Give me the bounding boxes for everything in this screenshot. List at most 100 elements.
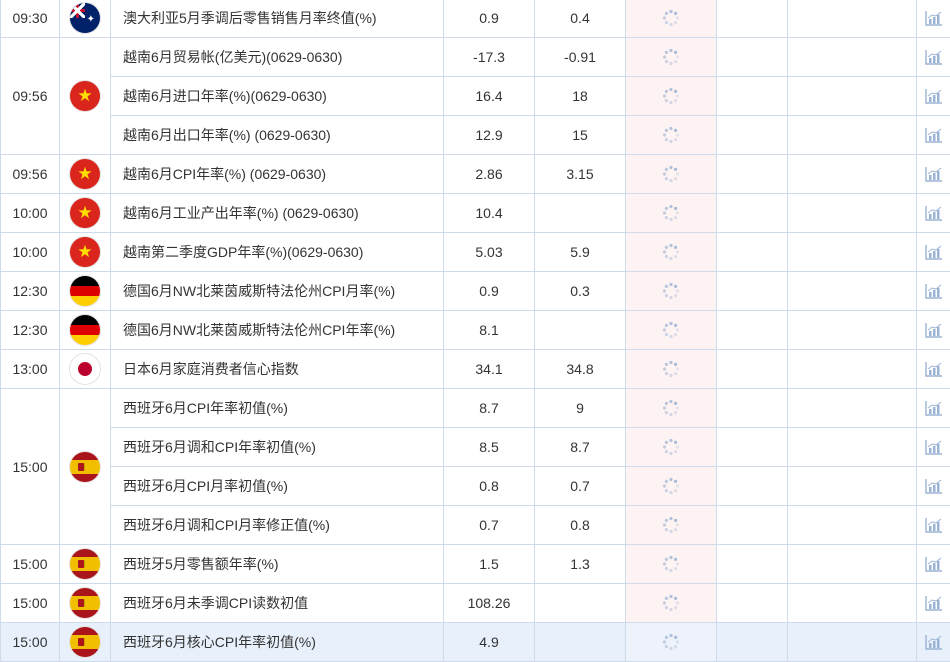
japan-flag-icon (70, 354, 100, 384)
bar-chart-icon[interactable] (924, 48, 944, 66)
actual-value-cell (625, 37, 717, 77)
chart-cell[interactable] (916, 115, 950, 155)
bar-chart-icon[interactable] (924, 594, 944, 612)
release-time: 15:00 (0, 388, 60, 545)
bar-chart-icon[interactable] (924, 9, 944, 27)
table-row[interactable]: 12:30 德国6月NW北莱茵威斯特法伦州CPI月率(%) 0.9 0.3 (0, 271, 950, 311)
actual-value-cell (625, 388, 717, 428)
release-time: 12:30 (0, 310, 60, 350)
importance-cell (716, 427, 788, 467)
loading-spinner-icon (662, 556, 680, 573)
bar-chart-icon[interactable] (924, 438, 944, 456)
bar-chart-icon[interactable] (924, 555, 944, 573)
table-row[interactable]: 10:00 越南6月工业产出年率(%) (0629-0630) 10.4 (0, 193, 950, 233)
event-name[interactable]: 越南第二季度GDP年率(%)(0629-0630) (110, 232, 444, 272)
event-name[interactable]: 澳大利亚5月季调后零售销售月率终值(%) (110, 0, 444, 38)
chart-cell[interactable] (916, 193, 950, 233)
event-name[interactable]: 越南6月进口年率(%)(0629-0630) (110, 76, 444, 116)
bar-chart-icon[interactable] (924, 477, 944, 495)
table-row[interactable]: 09:56 越南6月贸易帐(亿美元)(0629-0630) -17.3 -0.9… (0, 37, 950, 155)
table-row[interactable]: 西班牙6月调和CPI年率初值(%) 8.5 8.7 (1, 427, 950, 467)
bar-chart-icon[interactable] (924, 243, 944, 261)
event-name[interactable]: 西班牙6月CPI月率初值(%) (110, 466, 444, 506)
chart-cell[interactable] (916, 388, 950, 428)
chart-cell[interactable] (916, 583, 950, 623)
importance-cell (716, 76, 788, 116)
event-name[interactable]: 德国6月NW北莱茵威斯特法伦州CPI年率(%) (110, 310, 444, 350)
bar-chart-icon[interactable] (924, 165, 944, 183)
forecast-value: 8.7 (534, 427, 626, 467)
table-row[interactable]: 09:30 澳大利亚5月季调后零售销售月率终值(%) 0.9 0.4 (0, 0, 950, 38)
chart-cell[interactable] (916, 310, 950, 350)
release-time: 10:00 (0, 232, 60, 272)
table-row[interactable]: 15:00 西班牙6月CPI年率初值(%) 8.7 9 (0, 388, 950, 545)
previous-value: 5.03 (443, 232, 535, 272)
previous-value: 34.1 (443, 349, 535, 389)
effect-cell (787, 583, 917, 623)
table-row[interactable]: 15:00 西班牙5月零售额年率(%) 1.5 1.3 (0, 544, 950, 584)
previous-value: 16.4 (443, 76, 535, 116)
table-row[interactable]: 10:00 越南第二季度GDP年率(%)(0629-0630) 5.03 5.9 (0, 232, 950, 272)
table-row[interactable]: 15:00 西班牙6月未季调CPI读数初值 108.26 (0, 583, 950, 623)
bar-chart-icon[interactable] (924, 204, 944, 222)
event-name[interactable]: 西班牙6月CPI年率初值(%) (110, 388, 444, 428)
bar-chart-icon[interactable] (924, 87, 944, 105)
previous-value: 0.8 (443, 466, 535, 506)
table-row[interactable]: 西班牙6月调和CPI月率修正值(%) 0.7 0.8 (1, 505, 950, 545)
event-name[interactable]: 越南6月贸易帐(亿美元)(0629-0630) (110, 37, 444, 77)
event-name[interactable]: 德国6月NW北莱茵威斯特法伦州CPI月率(%) (110, 271, 444, 311)
forecast-value: 18 (534, 76, 626, 116)
forecast-value (534, 583, 626, 623)
economic-calendar-table: 09:30 澳大利亚5月季调后零售销售月率终值(%) 0.9 0.4 09:56… (0, 0, 950, 662)
bar-chart-icon[interactable] (924, 516, 944, 534)
chart-cell[interactable] (916, 505, 950, 545)
release-time: 13:00 (0, 349, 60, 389)
bar-chart-icon[interactable] (924, 633, 944, 651)
chart-cell[interactable] (916, 622, 950, 662)
event-name[interactable]: 西班牙6月调和CPI月率修正值(%) (110, 505, 444, 545)
country-flag-cell (59, 622, 111, 662)
chart-cell[interactable] (916, 76, 950, 116)
event-name[interactable]: 西班牙6月调和CPI年率初值(%) (110, 427, 444, 467)
importance-cell (716, 115, 788, 155)
loading-spinner-icon (662, 400, 680, 417)
bar-chart-icon[interactable] (924, 126, 944, 144)
bar-chart-icon[interactable] (924, 282, 944, 300)
actual-value-cell (625, 154, 717, 194)
chart-cell[interactable] (916, 427, 950, 467)
bar-chart-icon[interactable] (924, 399, 944, 417)
event-name[interactable]: 日本6月家庭消费者信心指数 (110, 349, 444, 389)
table-row[interactable]: 越南6月进口年率(%)(0629-0630) 16.4 18 (1, 76, 950, 116)
table-row[interactable]: 09:56 越南6月CPI年率(%) (0629-0630) 2.86 3.15 (0, 154, 950, 194)
event-name[interactable]: 越南6月CPI年率(%) (0629-0630) (110, 154, 444, 194)
loading-spinner-icon (662, 283, 680, 300)
event-name[interactable]: 西班牙5月零售额年率(%) (110, 544, 444, 584)
release-time: 12:30 (0, 271, 60, 311)
bar-chart-icon[interactable] (924, 360, 944, 378)
chart-cell[interactable] (916, 37, 950, 77)
table-row[interactable]: 西班牙6月CPI月率初值(%) 0.8 0.7 (1, 466, 950, 506)
effect-cell (787, 154, 917, 194)
effect-cell (787, 271, 917, 311)
actual-value-cell (625, 505, 717, 545)
chart-cell[interactable] (916, 544, 950, 584)
country-flag-cell (59, 583, 111, 623)
chart-cell[interactable] (916, 0, 950, 38)
chart-cell[interactable] (916, 232, 950, 272)
previous-value: -17.3 (443, 37, 535, 77)
effect-cell (787, 466, 917, 506)
table-row[interactable]: 越南6月出口年率(%) (0629-0630) 12.9 15 (1, 115, 950, 155)
chart-cell[interactable] (916, 349, 950, 389)
chart-cell[interactable] (916, 466, 950, 506)
bar-chart-icon[interactable] (924, 321, 944, 339)
table-row[interactable]: 13:00 日本6月家庭消费者信心指数 34.1 34.8 (0, 349, 950, 389)
table-row-highlighted[interactable]: 15:00 西班牙6月核心CPI年率初值(%) 4.9 (0, 622, 950, 662)
actual-value-cell (625, 76, 717, 116)
chart-cell[interactable] (916, 271, 950, 311)
chart-cell[interactable] (916, 154, 950, 194)
event-name[interactable]: 越南6月出口年率(%) (0629-0630) (110, 115, 444, 155)
event-name[interactable]: 越南6月工业产出年率(%) (0629-0630) (110, 193, 444, 233)
event-name[interactable]: 西班牙6月未季调CPI读数初值 (110, 583, 444, 623)
event-name[interactable]: 西班牙6月核心CPI年率初值(%) (110, 622, 444, 662)
table-row[interactable]: 12:30 德国6月NW北莱茵威斯特法伦州CPI年率(%) 8.1 (0, 310, 950, 350)
